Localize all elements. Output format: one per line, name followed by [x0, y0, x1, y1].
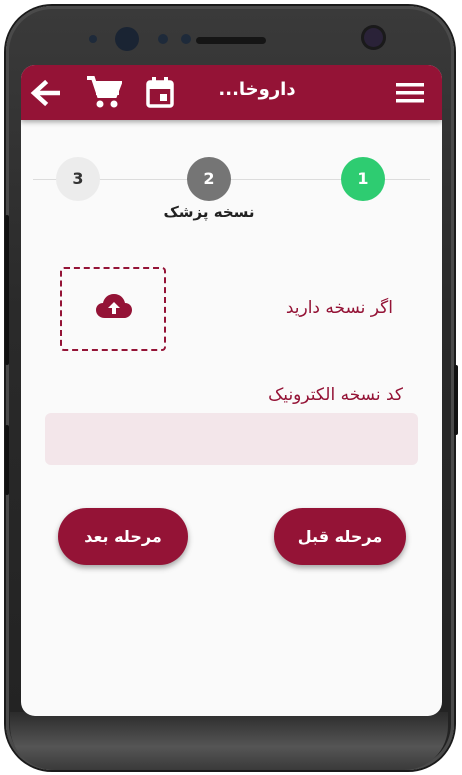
front-camera [361, 25, 386, 50]
back-arrow-icon[interactable] [30, 79, 60, 107]
prescription-upload-box[interactable] [60, 267, 166, 351]
front-camera-lens [115, 27, 139, 51]
phone-bottom-edge [10, 712, 448, 770]
front-sensor [89, 35, 97, 43]
step-3-circle[interactable]: 3 [56, 157, 100, 201]
next-step-button[interactable]: مرحله بعد [58, 508, 188, 565]
electronic-code-input[interactable] [45, 413, 418, 465]
cart-icon[interactable] [86, 75, 122, 109]
earpiece-speaker [196, 37, 266, 44]
step-1-circle[interactable]: 1 [341, 157, 385, 201]
app-screen: داروخا... 3 2 1 نسخه پزشک اگر نسخه دارید… [21, 65, 442, 716]
has-prescription-label: اگر نسخه دارید [285, 298, 393, 318]
cloud-upload-icon [96, 294, 132, 318]
app-title: داروخا... [218, 79, 296, 100]
power-button [5, 425, 9, 495]
electronic-code-label: کد نسخه الکترونیک [268, 385, 403, 405]
menu-icon[interactable] [396, 82, 424, 104]
calendar-icon[interactable] [145, 76, 175, 108]
previous-step-button[interactable]: مرحله قبل [274, 508, 406, 565]
front-sensor-small [158, 34, 168, 44]
side-button-right [454, 365, 458, 435]
app-bar: داروخا... [21, 65, 442, 120]
front-sensor-small [181, 34, 191, 44]
volume-button [5, 215, 9, 365]
active-step-label: نسخه پزشک [163, 203, 255, 221]
step-2-circle[interactable]: 2 [187, 157, 231, 201]
